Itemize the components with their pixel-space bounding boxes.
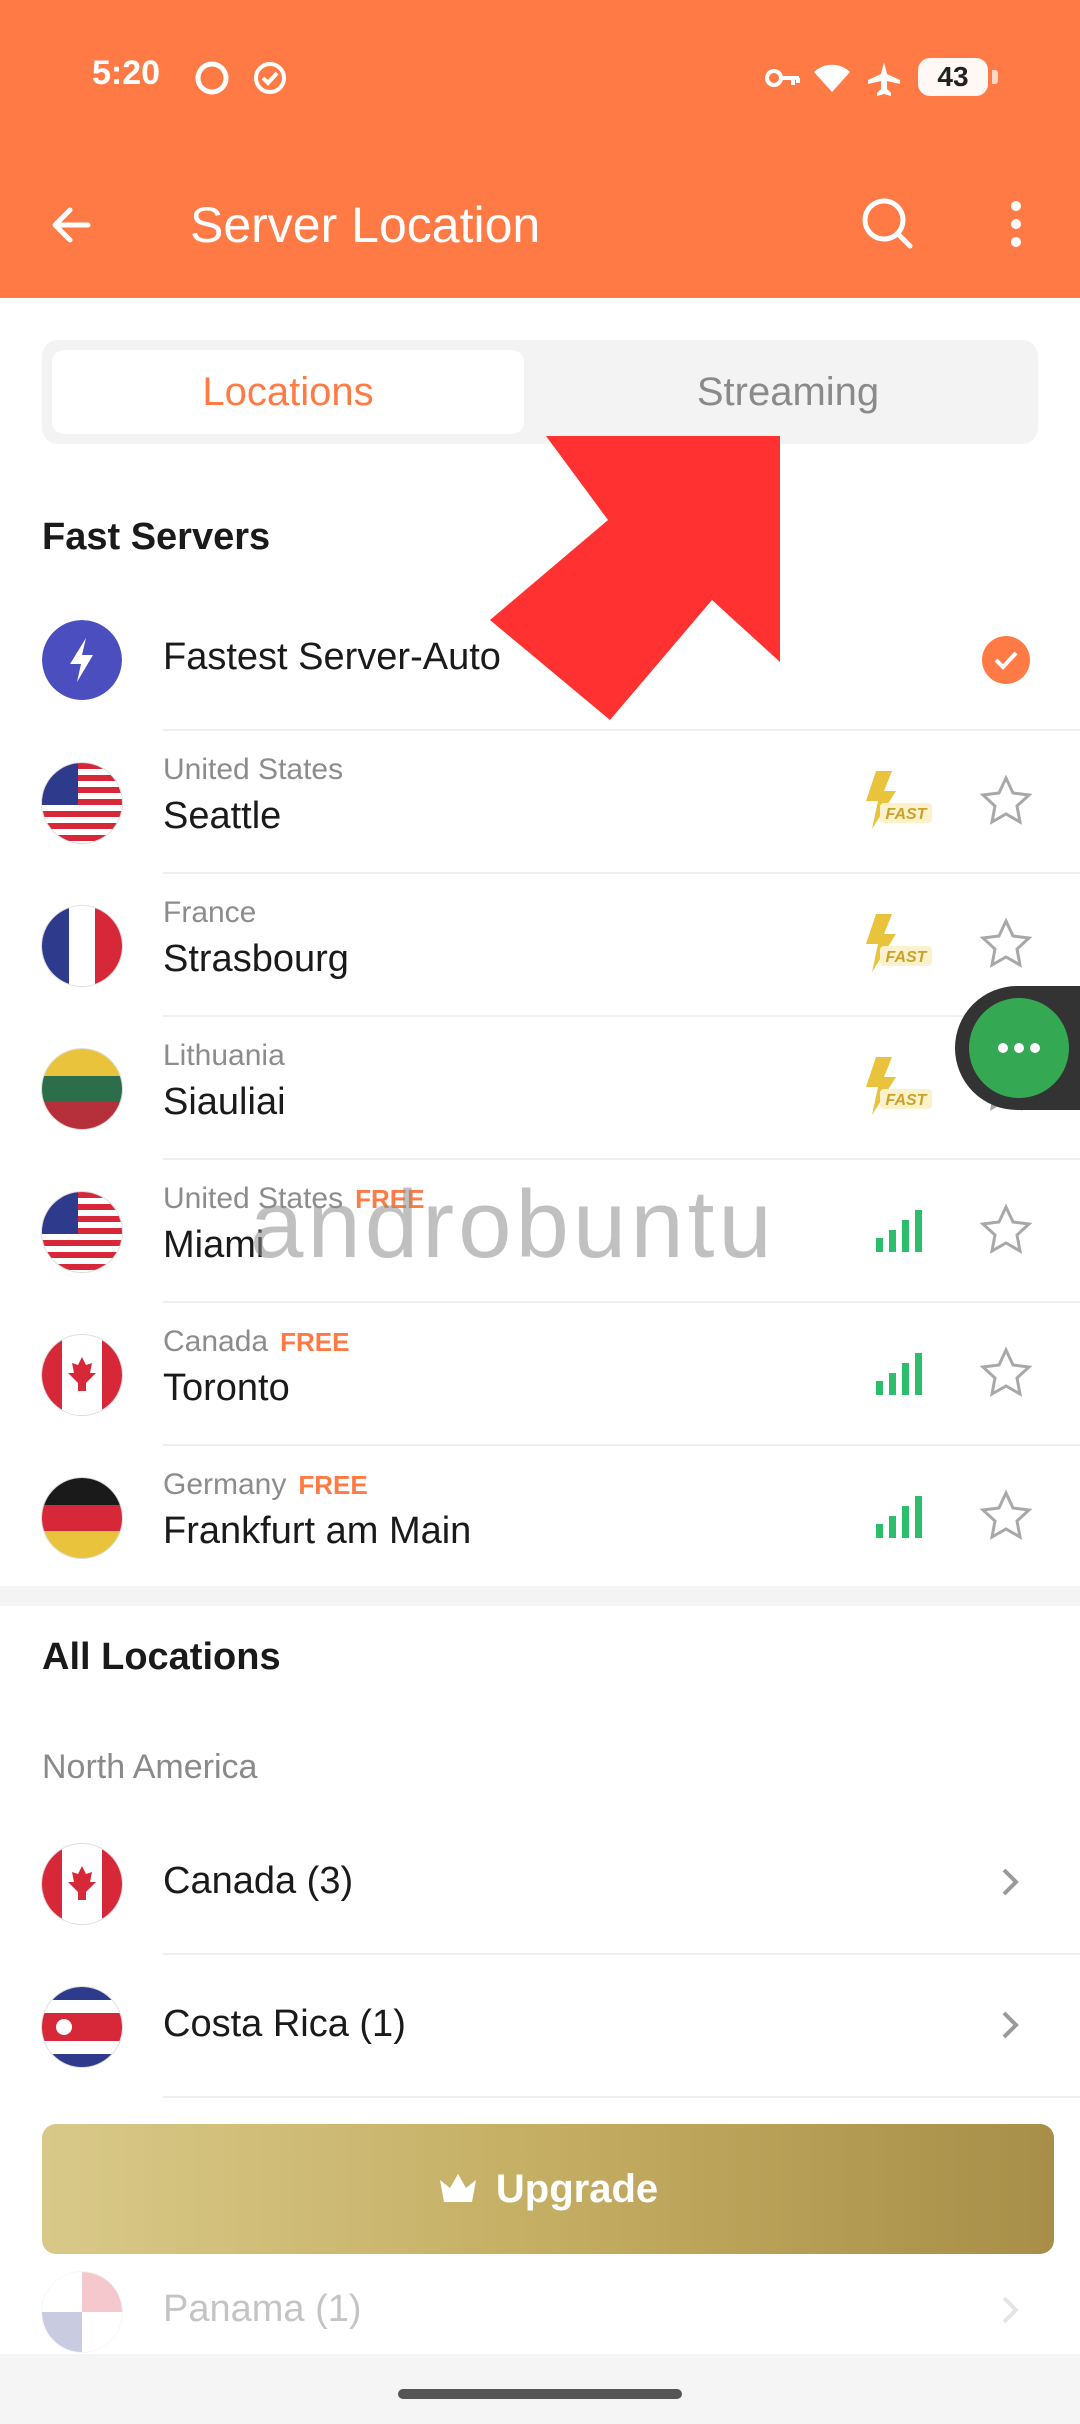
server-country: United States <box>163 753 344 786</box>
server-row-toronto[interactable]: Canada FREE Toronto <box>0 1303 1080 1446</box>
chat-bubble <box>969 998 1069 1098</box>
flag-germany-icon <box>42 1478 122 1558</box>
favorite-star-icon[interactable] <box>978 1345 1034 1401</box>
server-city: Frankfurt am Main <box>163 1510 472 1552</box>
server-city: Seattle <box>163 795 282 837</box>
flag-canada-icon <box>42 1844 122 1924</box>
segment-tabs: Locations Streaming <box>42 340 1038 444</box>
crown-icon <box>439 2174 476 2202</box>
favorite-star-icon[interactable] <box>978 916 1034 972</box>
server-row-siauliai[interactable]: Lithuania Siauliai FAST <box>0 1017 1080 1160</box>
flag-france-icon <box>42 906 122 986</box>
server-country: Canada FREE <box>163 1325 350 1358</box>
server-row-strasbourg[interactable]: France Strasbourg FAST <box>0 874 1080 1017</box>
flag-us-icon <box>42 763 122 843</box>
flag-lithuania-icon <box>42 1049 122 1129</box>
status-time: 5:20 <box>92 54 161 92</box>
location-label: Costa Rica (1) <box>163 2003 406 2045</box>
free-badge: FREE <box>298 1470 368 1500</box>
fastest-server-label: Fastest Server-Auto <box>163 636 501 678</box>
check-circle-icon <box>254 62 286 94</box>
signal-strength-icon <box>876 1353 922 1395</box>
tab-streaming[interactable]: Streaming <box>552 350 1024 434</box>
upgrade-label: Upgrade <box>495 2167 659 2211</box>
free-badge: FREE <box>280 1327 350 1357</box>
server-city: Toronto <box>163 1367 290 1409</box>
location-label: Canada (3) <box>163 1860 354 1902</box>
fast-servers-heading: Fast Servers <box>42 516 271 558</box>
fast-lightning-icon: FAST <box>866 771 932 829</box>
location-row-canada[interactable]: Canada (3) <box>0 1812 1080 1955</box>
selected-check-icon <box>982 636 1030 684</box>
status-bar: 5:20 43 <box>0 0 1080 150</box>
airplane-icon <box>868 62 900 96</box>
fast-label: FAST <box>886 949 928 966</box>
server-country: Germany FREE <box>163 1468 368 1501</box>
tab-locations[interactable]: Locations <box>52 350 524 434</box>
fast-label: FAST <box>886 1092 928 1109</box>
all-locations-heading: All Locations <box>42 1636 281 1678</box>
upgrade-button[interactable]: Upgrade <box>42 2124 1054 2254</box>
page-title: Server Location <box>190 197 541 253</box>
wifi-icon <box>814 64 850 92</box>
server-row-seattle[interactable]: United States Seattle FAST <box>0 731 1080 874</box>
server-row-frankfurt[interactable]: Germany FREE Frankfurt am Main <box>0 1446 1080 1589</box>
flag-canada-icon <box>42 1335 122 1415</box>
more-horizontal-icon <box>998 1043 1040 1053</box>
sync-icon <box>195 61 229 95</box>
server-city: Siauliai <box>163 1081 286 1123</box>
flag-costa-rica-icon <box>42 1987 122 2067</box>
app-bar: 5:20 43 Server Location <box>0 0 1080 298</box>
server-country: Lithuania <box>163 1039 285 1072</box>
signal-strength-icon <box>876 1496 922 1538</box>
favorite-star-icon[interactable] <box>978 773 1034 829</box>
favorite-star-icon[interactable] <box>978 1202 1034 1258</box>
location-label: Panama (1) <box>163 2288 362 2330</box>
flag-us-icon <box>42 1192 122 1272</box>
home-indicator[interactable] <box>398 2389 682 2399</box>
watermark: androbuntu <box>250 1171 776 1278</box>
floating-chat-button[interactable] <box>955 986 1080 1110</box>
server-city: Strasbourg <box>163 938 349 980</box>
chevron-right-icon <box>1002 2011 1019 2039</box>
back-arrow-icon[interactable] <box>40 190 110 260</box>
red-arrow-annotation-icon <box>490 436 780 720</box>
search-icon[interactable] <box>852 188 924 260</box>
vpn-key-icon <box>765 69 800 87</box>
flag-panama-icon <box>42 2272 122 2352</box>
favorite-star-icon[interactable] <box>978 1488 1034 1544</box>
chevron-right-icon <box>1002 1868 1019 1896</box>
chevron-right-icon <box>1002 2296 1019 2324</box>
signal-strength-icon <box>876 1210 922 1252</box>
lightning-icon <box>42 620 122 700</box>
fast-lightning-icon: FAST <box>866 1057 932 1115</box>
fast-label: FAST <box>886 806 928 823</box>
row-divider <box>163 2096 1080 2098</box>
region-heading: North America <box>42 1748 258 1786</box>
battery-indicator: 43 <box>918 58 998 96</box>
server-country: France <box>163 896 257 929</box>
section-separator <box>0 1586 1080 1606</box>
fast-lightning-icon: FAST <box>866 914 932 972</box>
more-vertical-icon[interactable] <box>996 188 1036 260</box>
location-row-costa-rica[interactable]: Costa Rica (1) <box>0 1955 1080 2098</box>
